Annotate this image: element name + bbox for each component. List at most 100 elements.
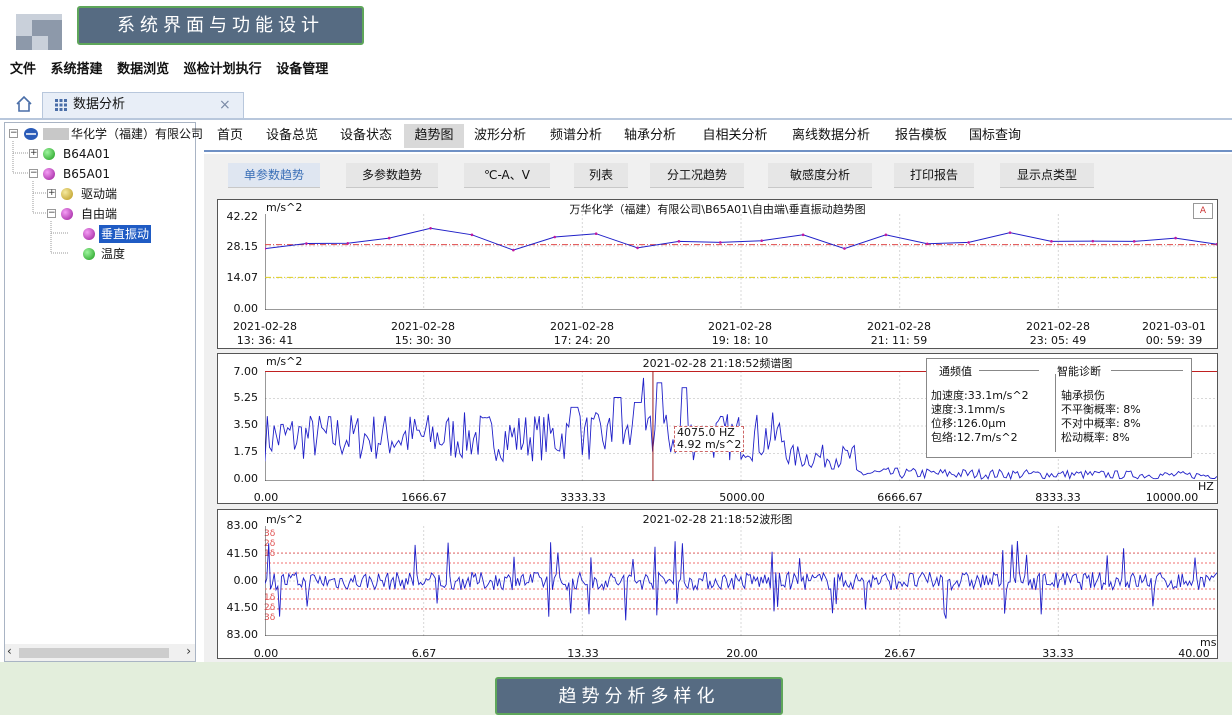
trend-point bbox=[760, 239, 763, 243]
list-button[interactable]: 列表 bbox=[574, 163, 628, 188]
tree-lines bbox=[12, 141, 69, 254]
y-tick: 7.00 bbox=[233, 365, 259, 378]
tab-spectrum[interactable]: 频谱分析 bbox=[542, 124, 610, 148]
legend-divider bbox=[1111, 370, 1183, 371]
footer-title: 趋势分析多样化 bbox=[495, 677, 783, 715]
trend-point bbox=[677, 240, 681, 243]
y-unit: m/s^2 bbox=[266, 201, 303, 214]
waveform-chart: 2021-02-28 21:18:52波形图 m/s^2 83.00 41.50… bbox=[217, 509, 1218, 660]
y-tick: 41.50 bbox=[226, 547, 259, 560]
tab-waveform[interactable]: 波形分析 bbox=[466, 124, 534, 148]
y-unit: m/s^2 bbox=[266, 355, 303, 368]
logo bbox=[16, 14, 62, 50]
tab-autocorrelation[interactable]: 自相关分析 bbox=[694, 124, 776, 148]
tab-trend[interactable]: 趋势图 bbox=[404, 124, 464, 148]
trend-point bbox=[1174, 236, 1177, 240]
menu-item-inspection[interactable]: 巡检计划执行 bbox=[184, 62, 262, 77]
legend-divider bbox=[1055, 374, 1056, 452]
trend-point bbox=[305, 242, 308, 245]
legend-overall-values: 加速度:33.1m/s^2 速度:3.1mm/s 位移:126.0µm 包络:1… bbox=[931, 389, 1029, 444]
tab-home[interactable]: 首页 bbox=[204, 124, 256, 148]
y-tick: 83.00 bbox=[226, 628, 259, 641]
header-title: 系统界面与功能设计 bbox=[77, 6, 364, 45]
y-tick: 41.50 bbox=[226, 601, 259, 614]
tab-bearing[interactable]: 轴承分析 bbox=[616, 124, 684, 148]
spectrum-chart: 2021-02-28 21:18:52频谱图 m/s^2 7.00 5.25 3… bbox=[217, 353, 1218, 504]
tree-horizontal-scrollbar[interactable]: ‹ › bbox=[5, 644, 195, 661]
tab-divider bbox=[0, 118, 1232, 120]
condition-trend-button[interactable]: 分工况趋势 bbox=[650, 163, 744, 188]
x-tick: 40.00 bbox=[1178, 647, 1210, 660]
tab-label: 数据分析 bbox=[73, 97, 126, 112]
x-unit: HZ bbox=[1198, 480, 1214, 493]
trend-chart: 万华化学（福建）有限公司\B65A01\自由端\垂直振动趋势图 m/s^2 A … bbox=[217, 199, 1218, 349]
y-tick: 83.00 bbox=[226, 519, 259, 532]
x-tick: 3333.33 bbox=[560, 491, 606, 504]
trend-point bbox=[265, 247, 267, 250]
x-tick: 1666.67 bbox=[401, 491, 447, 504]
trend-point bbox=[594, 232, 598, 236]
point-type-button[interactable]: 显示点类型 bbox=[1000, 163, 1094, 188]
trend-point bbox=[719, 241, 722, 244]
single-param-trend-button[interactable]: 单参数趋势 bbox=[228, 163, 320, 188]
trend-point bbox=[967, 241, 970, 244]
y-tick: 0.00 bbox=[233, 302, 259, 315]
trend-point bbox=[843, 247, 846, 250]
home-icon[interactable] bbox=[14, 94, 34, 114]
tab-report-template[interactable]: 报告模板 bbox=[886, 124, 956, 148]
y-tick: 0.00 bbox=[233, 472, 259, 485]
trend-point bbox=[470, 233, 474, 237]
legend-divider bbox=[979, 370, 1039, 371]
trend-point bbox=[1091, 239, 1095, 243]
y-tick: 1.75 bbox=[233, 445, 259, 458]
temp-av-button[interactable]: ℃-A、V bbox=[464, 163, 550, 188]
x-tick: 2021-02-28 23: 05: 49 bbox=[1026, 320, 1090, 347]
x-tick: 20.00 bbox=[726, 647, 758, 660]
tab-device-overview[interactable]: 设备总览 bbox=[256, 124, 328, 148]
tab-data-analysis[interactable]: 数据分析 × bbox=[42, 92, 244, 118]
multi-param-trend-button[interactable]: 多参数趋势 bbox=[346, 163, 438, 188]
y-unit: m/s^2 bbox=[266, 513, 303, 526]
trend-point bbox=[512, 248, 515, 252]
waveform-plot[interactable] bbox=[265, 526, 1217, 636]
device-tree: − 华化学（福建）有限公司 + B64A01 − B65A01 + 驱动端 − … bbox=[4, 122, 203, 662]
y-tick: 5.25 bbox=[233, 391, 259, 404]
x-tick: 8333.33 bbox=[1035, 491, 1081, 504]
menu-item-device-manage[interactable]: 设备管理 bbox=[276, 62, 328, 77]
scroll-thumb[interactable] bbox=[19, 648, 169, 658]
trend-point bbox=[925, 242, 929, 246]
y-tick: 42.22 bbox=[226, 210, 259, 223]
menu-item-system-build[interactable]: 系统搭建 bbox=[51, 62, 103, 77]
trend-point bbox=[884, 233, 888, 237]
menu-item-file[interactable]: 文件 bbox=[10, 62, 36, 77]
scroll-right-icon[interactable]: › bbox=[186, 644, 191, 658]
legend-diagnosis-values: 轴承损伤 不平衡概率: 8% 不对中概率: 8% 松动概率: 8% bbox=[1061, 389, 1141, 444]
trend-plot[interactable] bbox=[265, 214, 1217, 310]
y-tick: 3.50 bbox=[233, 418, 259, 431]
trend-point bbox=[346, 242, 350, 245]
legend-title-overall: 通频值 bbox=[939, 365, 972, 378]
print-report-button[interactable]: 打印报告 bbox=[894, 163, 974, 188]
legend-title-diagnosis: 智能诊断 bbox=[1057, 365, 1101, 378]
cursor-readout: 4075.0 HZ 4.92 m/s^2 bbox=[674, 426, 745, 452]
menu-bar: 文件 系统搭建 数据浏览 巡检计划执行 设备管理 bbox=[10, 58, 338, 78]
scroll-left-icon[interactable]: ‹ bbox=[7, 644, 12, 658]
sensitivity-button[interactable]: 敏感度分析 bbox=[768, 163, 872, 188]
tab-standard-query[interactable]: 国标查询 bbox=[960, 124, 1030, 148]
x-tick: 2021-02-28 17: 24: 20 bbox=[550, 320, 614, 347]
x-tick: 2021-02-28 19: 18: 10 bbox=[708, 320, 772, 347]
x-tick: 2021-02-28 21: 11: 59 bbox=[867, 320, 931, 347]
x-tick: 13.33 bbox=[567, 647, 599, 660]
x-tick: 2021-02-28 15: 30: 30 bbox=[391, 320, 455, 347]
nav-tabs: 首页 设备总览 设备状态 趋势图 波形分析 频谱分析 轴承分析 自相关分析 离线… bbox=[204, 124, 1232, 152]
x-tick: 2021-02-28 13: 36: 41 bbox=[233, 320, 297, 347]
close-icon[interactable]: × bbox=[219, 93, 231, 117]
diagnosis-legend: 通频值 智能诊断 加速度:33.1m/s^2 速度:3.1mm/s 位移:126… bbox=[926, 358, 1192, 458]
y-tick: 28.15 bbox=[226, 240, 259, 253]
menu-item-data-browse[interactable]: 数据浏览 bbox=[117, 62, 169, 77]
tab-device-status[interactable]: 设备状态 bbox=[330, 124, 402, 148]
tab-offline[interactable]: 离线数据分析 bbox=[782, 124, 880, 148]
x-unit: ms bbox=[1200, 636, 1217, 649]
trend-point bbox=[1008, 231, 1012, 234]
x-tick: 6666.67 bbox=[877, 491, 923, 504]
